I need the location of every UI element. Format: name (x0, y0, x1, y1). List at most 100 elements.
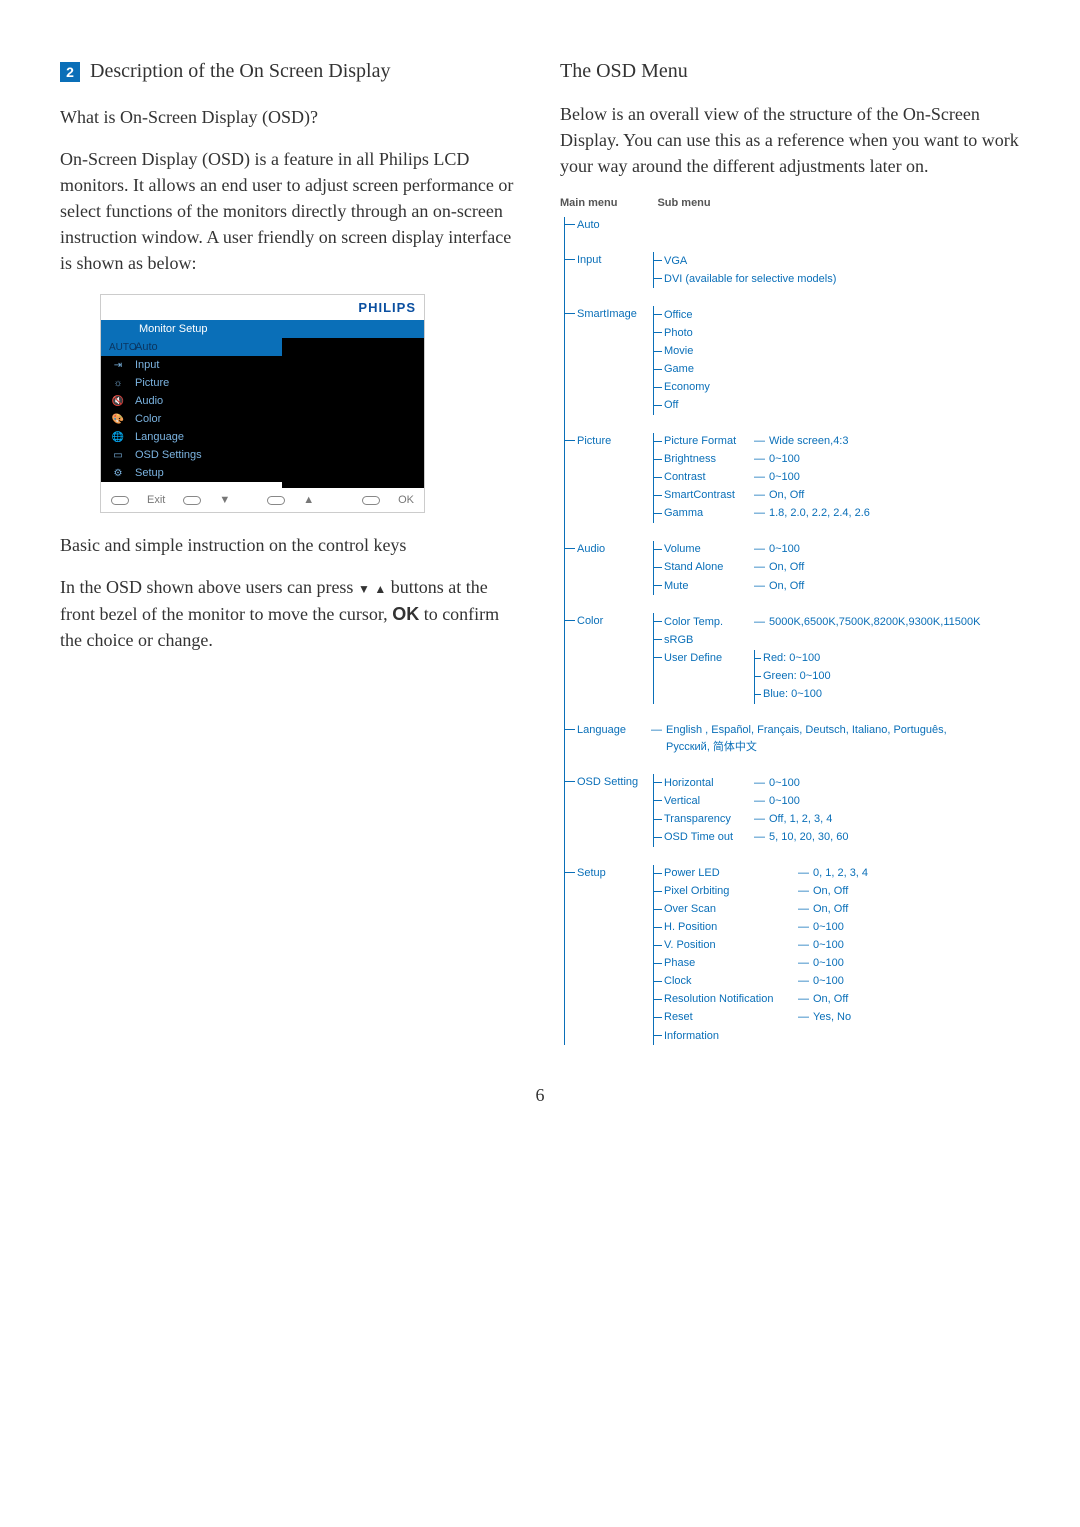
tree-header: Main menu Sub menu (560, 197, 1020, 209)
osd-item-label: Color (135, 413, 161, 425)
submenu-item: Clock—0~100 (664, 973, 868, 991)
submenu-item: Pixel Orbiting—On, Off (664, 883, 868, 901)
menu-language: Language—English , Español, Français, De… (577, 722, 1020, 756)
osd-item-icon: AUTO (109, 342, 127, 353)
submenu-item: H. Position—0~100 (664, 919, 868, 937)
submenu-item: Contrast—0~100 (664, 469, 870, 487)
submenu-item: Phase—0~100 (664, 955, 868, 973)
osd-item-picture: ☼Picture (101, 374, 282, 392)
osd-item-language: 🌐 Language (101, 428, 282, 446)
submenu-item: Photo (664, 324, 750, 342)
submenu-group: VGADVI (available for selective models) (653, 252, 836, 288)
submenu-label: Contrast (664, 469, 750, 486)
menu-label: Input (577, 252, 647, 269)
submenu-value: 0~100 (813, 939, 844, 951)
submenu-label: Gamma (664, 505, 750, 522)
osd-item-audio: 🔇Audio (101, 392, 282, 410)
osd-item-label: Language (135, 431, 184, 443)
submenu-label: H. Position (664, 919, 794, 936)
submenu-value: 0~100 (813, 957, 844, 969)
submenu-label: Volume (664, 541, 750, 558)
submenu-label: Stand Alone (664, 559, 750, 576)
submenu-label: Brightness (664, 451, 750, 468)
submenu-group: Power LED—0, 1, 2, 3, 4Pixel Orbiting—On… (653, 865, 868, 1045)
instruction-heading: Basic and simple instruction on the cont… (60, 535, 520, 556)
osd-title: Monitor Setup (101, 320, 424, 338)
submenu-item: sRGB (664, 631, 980, 649)
submenu-label: SmartContrast (664, 487, 750, 504)
submenu-label: Information (664, 1028, 794, 1045)
ok-label: OK (398, 494, 414, 506)
back-icon (111, 496, 129, 505)
submenu-value: On, Off (769, 489, 804, 501)
submenu-label: Movie (664, 343, 750, 360)
submenu-group: Picture Format—Wide screen,4:3Brightness… (653, 433, 870, 523)
submenu-item: Brightness—0~100 (664, 451, 870, 469)
submenu-label: Resolution Notification (664, 991, 794, 1008)
section-heading: 2 Description of the On Screen Display (60, 60, 520, 83)
osd-item-icon: 🔇 (109, 396, 127, 407)
submenu-item: Resolution Notification—On, Off (664, 991, 868, 1009)
osd-item-osd-settings: ▭OSD Settings (101, 446, 282, 464)
down-icon: ▼ (219, 494, 230, 506)
submenu-item: V. Position—0~100 (664, 937, 868, 955)
menu-label: SmartImage (577, 306, 647, 323)
menu-tree: Auto Input VGADVI (available for selective… (564, 217, 1020, 1045)
osd-menu-list: AUTOAuto⇥Input☼Picture🔇Audio🎨Color🌐Langu… (101, 338, 282, 488)
menu-label: Color (577, 613, 647, 630)
up-triangle-icon: ▲ (374, 581, 386, 598)
osd-item-icon: 🎨 (109, 414, 127, 425)
lvl3-value: Red: 0~100 (763, 652, 820, 664)
submenu-item: Vertical—0~100 (664, 792, 849, 810)
menu-label: Auto (577, 217, 647, 234)
osd-item-icon: ⚙ (109, 468, 127, 479)
osd-item-setup: ⚙Setup (101, 464, 282, 482)
submenu-item: Game (664, 361, 750, 379)
menu-color: ColorColor Temp.—5000K,6500K,7500K,8200K… (577, 613, 1020, 704)
submenu-value: 0~100 (769, 471, 800, 483)
submenu-value: 0~100 (813, 921, 844, 933)
submenu-value: 1.8, 2.0, 2.2, 2.4, 2.6 (769, 507, 870, 519)
submenu-value: 5, 10, 20, 30, 60 (769, 831, 849, 843)
submenu-value: On, Off (769, 561, 804, 573)
osd-item-auto: AUTO Auto (101, 338, 282, 356)
lvl3-value: Green: 0~100 (763, 670, 831, 682)
submenu-value: 0~100 (769, 543, 800, 555)
osd-menu-heading: The OSD Menu (560, 60, 1020, 83)
left-column: 2 Description of the On Screen Display W… (60, 60, 520, 1045)
submenu-value: Yes, No (813, 1011, 851, 1023)
osd-brand: PHILIPS (101, 295, 424, 320)
exit-label: Exit (147, 494, 165, 506)
submenu-value: 0~100 (769, 795, 800, 807)
osd-menu-body: Below is an overall view of the structur… (560, 101, 1020, 179)
submenu-item: Reset—Yes, No (664, 1009, 868, 1027)
submenu-label: sRGB (664, 632, 750, 649)
sub-menu-label: Sub menu (657, 197, 710, 209)
osd-item-label: Auto (135, 341, 158, 353)
submenu-item: Over Scan—On, Off (664, 901, 868, 919)
button-icon (362, 496, 380, 505)
submenu-value: On, Off (813, 903, 848, 915)
osd-item-label: OSD Settings (135, 449, 202, 461)
submenu-label: Transparency (664, 811, 750, 828)
submenu-label: Mute (664, 578, 750, 595)
submenu-value: 0~100 (769, 453, 800, 465)
submenu-label: Pixel Orbiting (664, 883, 794, 900)
submenu-item: Power LED—0, 1, 2, 3, 4 (664, 865, 868, 883)
page-number: 6 (60, 1085, 1020, 1106)
submenu-item: VGA (664, 252, 836, 270)
submenu-value: On, Off (769, 580, 804, 592)
submenu-label: Clock (664, 973, 794, 990)
submenu-label: Horizontal (664, 775, 750, 792)
submenu-item: Economy (664, 379, 750, 397)
button-icon (267, 496, 285, 505)
question-body: On-Screen Display (OSD) is a feature in … (60, 146, 520, 276)
right-column: The OSD Menu Below is an overall view of… (560, 60, 1020, 1045)
submenu-item: DVI (available for selective models) (664, 270, 836, 288)
submenu-label: Game (664, 361, 750, 378)
menu-picture: PicturePicture Format—Wide screen,4:3Bri… (577, 433, 1020, 523)
osd-item-icon: 🌐 (109, 432, 127, 443)
submenu-item: Horizontal—0~100 (664, 774, 849, 792)
submenu-label: Office (664, 307, 750, 324)
submenu-group: OfficePhotoMovieGameEconomyOff (653, 306, 750, 414)
